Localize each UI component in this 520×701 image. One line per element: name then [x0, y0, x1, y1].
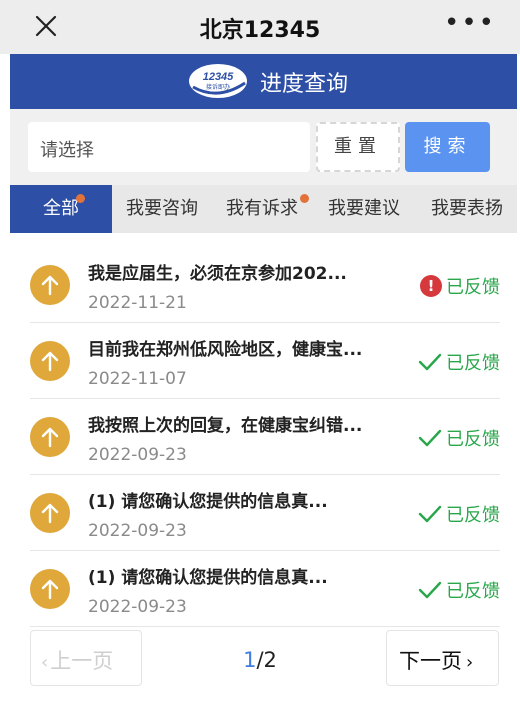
reset-button[interactable]: 重置 — [316, 122, 400, 172]
status-badge: 已反馈 — [418, 577, 500, 603]
item-date: 2022-09-23 — [88, 597, 187, 617]
tab-suggestion[interactable]: 我要建议 — [316, 185, 412, 233]
item-title: 目前我在郑州低风险地区，健康宝... — [88, 340, 363, 360]
alert-icon: ! — [420, 275, 442, 297]
next-page-button[interactable]: 下一页 › — [386, 630, 499, 686]
status-text: 已反馈 — [446, 429, 500, 450]
tab-label: 我有诉求 — [226, 198, 298, 219]
arrow-up-icon — [30, 341, 70, 381]
check-icon — [418, 428, 442, 448]
total-pages: 2 — [263, 648, 277, 672]
notification-dot — [76, 194, 85, 203]
tab-consult[interactable]: 我要咨询 — [114, 185, 210, 233]
logo-subtext: 接诉即办 — [206, 83, 230, 91]
status-text: 已反馈 — [446, 581, 500, 602]
tab-label: 我要咨询 — [126, 198, 198, 219]
tab-label: 我要表扬 — [431, 198, 503, 219]
item-title: 我按照上次的回复，在健康宝纠错... — [88, 416, 363, 436]
search-button[interactable]: 搜索 — [405, 122, 490, 172]
tab-label: 我要建议 — [328, 198, 400, 219]
arrow-up-icon — [30, 265, 70, 305]
search-row: 请选择 重置 搜索 — [10, 109, 517, 185]
tab-label: 全部 — [43, 198, 79, 219]
page-title: 北京12345 — [199, 18, 321, 43]
arrow-up-icon — [30, 417, 70, 457]
status-badge: ! 已反馈 — [420, 273, 500, 299]
chevron-right-icon: › — [466, 652, 474, 673]
check-icon — [418, 352, 442, 372]
tab-appeal[interactable]: 我有诉求 — [214, 185, 310, 233]
item-date: 2022-09-23 — [88, 521, 187, 541]
status-badge: 已反馈 — [418, 425, 500, 451]
item-title: (1) 请您确认您提供的信息真... — [88, 492, 328, 512]
arrow-up-icon — [30, 569, 70, 609]
list-item[interactable]: (1) 请您确认您提供的信息真... 2022-09-23 已反馈 — [30, 551, 500, 627]
status-badge: 已反馈 — [418, 349, 500, 375]
item-date: 2022-11-21 — [88, 293, 187, 313]
more-options-icon[interactable]: ••• — [444, 8, 496, 38]
record-list: 我是应届生，必须在京参加202... 2022-11-21 ! 已反馈 目前我在… — [30, 247, 500, 627]
check-icon — [418, 504, 442, 524]
notification-dot — [300, 194, 309, 203]
item-date: 2022-11-07 — [88, 369, 187, 389]
list-item[interactable]: 我是应届生，必须在京参加202... 2022-11-21 ! 已反馈 — [30, 247, 500, 323]
item-date: 2022-09-23 — [88, 445, 187, 465]
arrow-up-icon — [30, 493, 70, 533]
category-select[interactable]: 请选择 — [28, 122, 310, 172]
list-item[interactable]: 目前我在郑州低风险地区，健康宝... 2022-11-07 已反馈 — [30, 323, 500, 399]
current-page: 1 — [243, 648, 257, 672]
next-page-label: 下一页 — [399, 649, 462, 673]
status-text: 已反馈 — [446, 353, 500, 374]
status-text: 已反馈 — [446, 505, 500, 526]
item-title: (1) 请您确认您提供的信息真... — [88, 568, 328, 588]
list-item[interactable]: 我按照上次的回复，在健康宝纠错... 2022-09-23 已反馈 — [30, 399, 500, 475]
status-text: 已反馈 — [446, 277, 500, 298]
status-badge: 已反馈 — [418, 501, 500, 527]
tab-bar: 全部 我要咨询 我有诉求 我要建议 我要表扬 — [10, 185, 517, 233]
banner: 12345 接诉即办 进度查询 — [10, 54, 517, 109]
tab-praise[interactable]: 我要表扬 — [417, 185, 517, 233]
check-icon — [418, 580, 442, 600]
top-bar: 北京12345 ••• — [0, 0, 520, 54]
12345-logo: 12345 接诉即办 — [189, 64, 247, 98]
logo-number: 12345 — [203, 71, 234, 83]
item-title: 我是应届生，必须在京参加202... — [88, 264, 347, 284]
tab-all[interactable]: 全部 — [10, 185, 112, 233]
list-item[interactable]: (1) 请您确认您提供的信息真... 2022-09-23 已反馈 — [30, 475, 500, 551]
banner-title: 进度查询 — [260, 72, 349, 97]
